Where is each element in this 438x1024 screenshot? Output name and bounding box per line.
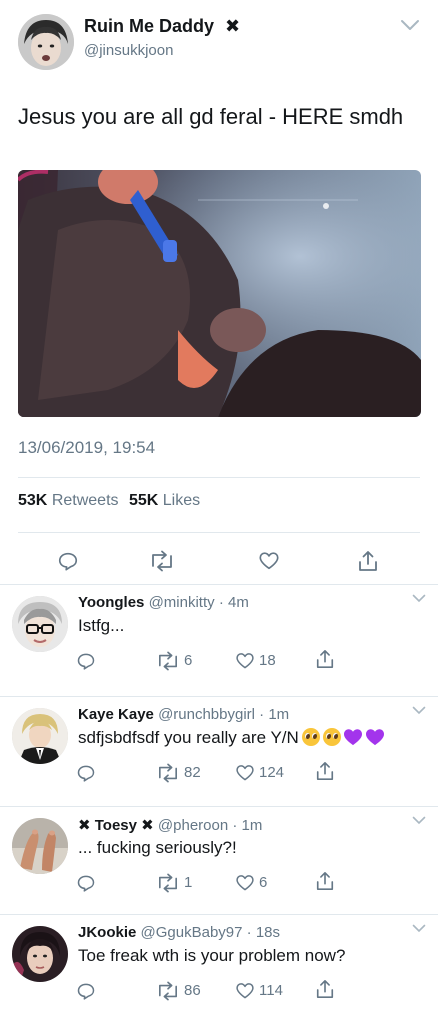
retweet-label: Retweets [51, 492, 119, 509]
divider [0, 584, 438, 585]
like-count: 6 [259, 874, 268, 891]
reply-handle[interactable]: @runchbbygirl [158, 706, 255, 723]
reply-handle[interactable]: @minkitty [149, 594, 215, 611]
tweet-stats: 53K Retweets 55K Likes [18, 492, 200, 510]
retweet-count: 53K [18, 492, 48, 509]
share-icon[interactable] [312, 646, 338, 672]
reply-display-name[interactable]: JKookie [78, 924, 136, 941]
retweet-count: 86 [184, 982, 201, 999]
reply-icon[interactable] [73, 760, 99, 786]
like-count: 124 [259, 764, 285, 781]
chevron-down-icon[interactable] [412, 702, 426, 715]
retweet-icon[interactable] [155, 870, 181, 896]
reply-handle[interactable]: @GgukBaby97 [141, 924, 243, 941]
like-icon[interactable] [256, 548, 282, 574]
like-icon[interactable] [232, 648, 258, 674]
retweet-icon[interactable] [149, 548, 175, 574]
share-icon[interactable] [355, 548, 381, 574]
reply-actions: 6 18 [0, 648, 438, 674]
pleading-face-icon [322, 728, 341, 746]
reply-time: · 1m [232, 817, 263, 834]
chevron-down-icon[interactable] [400, 18, 420, 32]
share-icon[interactable] [312, 868, 338, 894]
like-icon[interactable] [232, 978, 258, 1004]
main-tweet: Ruin Me Daddy ✖ @jinsukkjoon Jesus you a… [0, 0, 438, 584]
reply-text: sdfjsbdfsdf you really are Y/N [78, 728, 385, 748]
chevron-down-icon[interactable] [412, 812, 426, 825]
chevron-down-icon[interactable] [412, 590, 426, 603]
purple-heart-icon [365, 728, 385, 746]
reply-display-name-text: Toesy [94, 817, 137, 834]
purple-heart-icon [343, 728, 363, 746]
reply-time: · 18s [246, 924, 281, 941]
like-label: Likes [162, 492, 201, 509]
retweet-icon[interactable] [155, 648, 181, 674]
reply-tweet[interactable]: Kaye Kaye @runchbbygirl · 1m sdfjsbdfsdf… [0, 698, 438, 808]
tweet-timestamp[interactable]: 13/06/2019, 19:54 [18, 438, 155, 458]
reply-actions: 86 114 [0, 978, 438, 1004]
retweet-icon[interactable] [155, 978, 181, 1004]
reply-time: · 4m [218, 594, 249, 611]
avatar[interactable] [12, 596, 68, 652]
like-icon[interactable] [232, 760, 258, 786]
reply-text: Istfg... [78, 616, 125, 635]
reply-tweet[interactable]: JKookie @GgukBaby97 · 18s Toe freak wth … [0, 916, 438, 1024]
display-name-text: Ruin Me Daddy [84, 16, 215, 36]
user-handle[interactable]: @jinsukkjoon [84, 42, 173, 59]
reply-display-name[interactable]: ✖ Toesy ✖ [78, 817, 154, 834]
avatar[interactable] [12, 818, 68, 874]
retweet-stat[interactable]: 53K Retweets [18, 492, 119, 509]
pleading-face-icon [301, 728, 320, 746]
reply-icon[interactable] [73, 648, 99, 674]
chevron-down-icon[interactable] [412, 920, 426, 933]
like-count: 114 [259, 982, 283, 999]
reply-text: ... fucking seriously?! [78, 838, 237, 857]
reply-tweet[interactable]: Yoongles @minkitty · 4m Istfg... 6 18 [0, 586, 438, 696]
reply-header: JKookie @GgukBaby97 · 18s [78, 924, 280, 941]
reply-text: Toe freak wth is your problem now? [78, 946, 346, 965]
reply-display-name[interactable]: Yoongles [78, 594, 144, 611]
display-name[interactable]: Ruin Me Daddy ✖ [84, 16, 240, 37]
reply-display-name[interactable]: Kaye Kaye [78, 706, 154, 723]
retweet-count: 1 [184, 874, 193, 891]
share-icon[interactable] [312, 976, 338, 1002]
divider [0, 806, 438, 807]
retweet-icon[interactable] [155, 760, 181, 786]
avatar[interactable] [18, 14, 74, 70]
reply-actions: 82 124 [0, 760, 438, 786]
like-count: 18 [259, 652, 276, 669]
reply-handle[interactable]: @pheroon [158, 817, 228, 834]
reply-icon[interactable] [73, 978, 99, 1004]
avatar[interactable] [12, 708, 68, 764]
avatar[interactable] [12, 926, 68, 982]
like-stat[interactable]: 55K Likes [129, 492, 200, 509]
reply-actions: 1 6 [0, 870, 438, 896]
divider [0, 696, 438, 697]
cross-mark-badge: ✖ [78, 817, 91, 834]
reply-header: Yoongles @minkitty · 4m [78, 594, 249, 611]
reply-header: ✖ Toesy ✖ @pheroon · 1m [78, 816, 262, 834]
reply-tweet[interactable]: ✖ Toesy ✖ @pheroon · 1m ... fucking seri… [0, 808, 438, 918]
cross-mark-badge: ✖ [225, 16, 241, 36]
reply-icon[interactable] [55, 548, 81, 574]
tweet-media-image[interactable] [18, 170, 421, 417]
reply-time: · 1m [259, 706, 290, 723]
like-count: 55K [128, 492, 159, 509]
reply-text-content: sdfjsbdfsdf you really are Y/N [78, 728, 299, 747]
divider [0, 914, 438, 915]
tweet-actions [0, 544, 438, 578]
divider [18, 477, 420, 478]
cross-mark-badge: ✖ [141, 817, 154, 834]
reply-header: Kaye Kaye @runchbbygirl · 1m [78, 706, 289, 723]
retweet-count: 82 [184, 764, 201, 781]
retweet-count: 6 [184, 652, 193, 669]
divider [18, 532, 420, 533]
reply-icon[interactable] [73, 870, 99, 896]
share-icon[interactable] [312, 758, 338, 784]
tweet-text: Jesus you are all gd feral - HERE smdh [18, 104, 404, 129]
like-icon[interactable] [232, 870, 258, 896]
